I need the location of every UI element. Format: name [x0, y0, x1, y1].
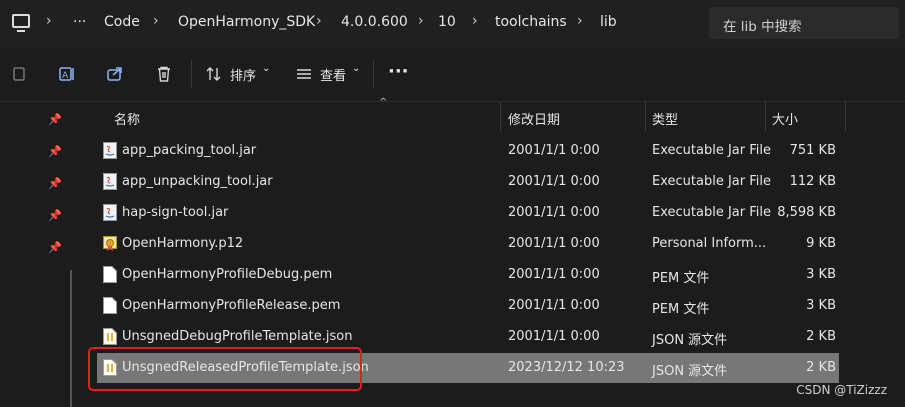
svg-text:A: A — [62, 71, 69, 81]
file-icon — [103, 266, 117, 283]
file-row[interactable]: app_packing_tool.jar 2001/1/1 0:00 Executa… — [97, 136, 839, 166]
file-name[interactable]: OpenHarmonyProfileRelease.pem — [122, 298, 340, 313]
chevron-right-icon[interactable]: › — [153, 13, 159, 29]
file-name[interactable]: hap-sign-tool.jar — [122, 205, 228, 220]
file-row[interactable]: UnsgnedDebugProfileTemplate.json 2001/1/1… — [97, 322, 839, 352]
file-date: 2001/1/1 0:00 — [508, 329, 600, 344]
file-type: PEM 文件 — [652, 271, 710, 286]
pin-icon[interactable]: 📌 — [48, 145, 62, 158]
file-date: 2001/1/1 0:00 — [508, 205, 600, 220]
file-row[interactable]: OpenHarmony.p12 2001/1/1 0:00 Personal Inf… — [97, 229, 839, 259]
watermark: CSDN @TiZizzz — [796, 383, 887, 397]
address-bar: › ··· Code › OpenHarmony_SDK › 4.0.0.600… — [0, 0, 905, 48]
toolbar-divider — [373, 60, 374, 88]
column-header-row: ^ 名称 修改日期 类型 大小 — [82, 97, 905, 131]
jar-icon — [103, 173, 117, 190]
chevron-right-icon[interactable]: › — [46, 13, 52, 29]
breadcrumb-10[interactable]: 10 — [438, 14, 456, 30]
chevron-right-icon[interactable]: › — [472, 13, 478, 29]
column-type[interactable]: 类型 — [652, 109, 678, 128]
file-name[interactable]: UnsgnedReleasedProfileTemplate.json — [122, 360, 369, 375]
column-divider[interactable] — [645, 101, 646, 131]
column-name[interactable]: 名称 — [114, 109, 140, 128]
file-size: 9 KB — [806, 236, 836, 251]
file-type: JSON 源文件 — [652, 333, 728, 348]
toolbar-divider — [191, 60, 192, 88]
column-divider[interactable] — [500, 101, 501, 131]
file-type: Personal Inform... — [652, 236, 767, 251]
sort-icon[interactable] — [205, 65, 223, 83]
chevron-down-icon[interactable]: ⌄ — [352, 63, 360, 74]
file-date: 2001/1/1 0:00 — [508, 236, 600, 251]
share-icon[interactable] — [106, 65, 124, 83]
file-name[interactable]: app_packing_tool.jar — [122, 143, 256, 158]
column-divider[interactable] — [765, 101, 766, 131]
delete-icon[interactable] — [155, 65, 173, 83]
this-pc-icon[interactable] — [12, 14, 30, 32]
sort-ascending-icon: ^ — [379, 97, 388, 108]
chevron-right-icon[interactable]: › — [316, 13, 322, 29]
breadcrumb-version[interactable]: 4.0.0.600 — [341, 14, 408, 30]
file-date: 2001/1/1 0:00 — [508, 267, 600, 282]
file-size: 2 KB — [806, 329, 836, 344]
breadcrumb-code[interactable]: Code — [104, 14, 140, 30]
command-bar: A 排序 ⌄ 查看 ⌄ ··· — [0, 48, 905, 102]
search-input[interactable]: 在 lib 中搜索 — [709, 7, 899, 39]
file-type: Executable Jar File — [652, 143, 771, 158]
file-icon — [103, 297, 117, 314]
file-type: JSON 源文件 — [652, 364, 728, 379]
breadcrumb-overflow[interactable]: ··· — [73, 14, 86, 30]
file-date: 2001/1/1 0:00 — [508, 298, 600, 313]
file-size: 2 KB — [806, 360, 836, 375]
file-size: 8,598 KB — [777, 205, 836, 220]
copy-icon[interactable] — [10, 65, 28, 83]
chevron-right-icon[interactable]: › — [418, 13, 424, 29]
file-row[interactable]: OpenHarmonyProfileDebug.pem 2001/1/1 0:00… — [97, 260, 839, 290]
certificate-icon — [103, 235, 117, 252]
file-name[interactable]: OpenHarmonyProfileDebug.pem — [122, 267, 332, 282]
file-type: PEM 文件 — [652, 302, 710, 317]
more-options-icon[interactable]: ··· — [388, 61, 409, 82]
view-icon[interactable] — [295, 65, 313, 83]
file-date: 2023/12/12 10:23 — [508, 360, 625, 375]
file-name[interactable]: app_unpacking_tool.jar — [122, 174, 273, 189]
column-date[interactable]: 修改日期 — [508, 109, 560, 128]
breadcrumb-openharmony-sdk[interactable]: OpenHarmony_SDK — [178, 14, 315, 30]
json-file-icon — [103, 359, 117, 376]
jar-icon — [103, 142, 117, 159]
file-row[interactable]: UnsgnedReleasedProfileTemplate.json 2023/… — [97, 353, 839, 383]
file-name[interactable]: UnsgnedDebugProfileTemplate.json — [122, 329, 352, 344]
file-row[interactable]: app_unpacking_tool.jar 2001/1/1 0:00 Execu… — [97, 167, 839, 197]
file-row[interactable]: hap-sign-tool.jar 2001/1/1 0:00 Executable… — [97, 198, 839, 228]
pin-icon[interactable]: 📌 — [48, 113, 62, 126]
file-row[interactable]: OpenHarmonyProfileRelease.pem 2001/1/1 0:… — [97, 291, 839, 321]
file-size: 112 KB — [789, 174, 836, 189]
pin-icon[interactable]: 📌 — [48, 241, 62, 254]
file-type: Executable Jar File — [652, 205, 771, 220]
file-type: Executable Jar File — [652, 174, 771, 189]
jar-icon — [103, 204, 117, 221]
json-file-icon — [103, 328, 117, 345]
rename-icon[interactable]: A — [58, 65, 76, 83]
sort-button[interactable]: 排序 — [230, 65, 256, 84]
chevron-down-icon[interactable]: ⌄ — [262, 63, 270, 74]
file-name[interactable]: OpenHarmony.p12 — [122, 236, 243, 251]
chevron-right-icon[interactable]: › — [577, 13, 583, 29]
breadcrumb-toolchains[interactable]: toolchains — [495, 14, 567, 30]
breadcrumb-lib[interactable]: lib — [600, 14, 617, 30]
view-button[interactable]: 查看 — [320, 65, 346, 84]
column-size[interactable]: 大小 — [772, 109, 798, 128]
file-size: 3 KB — [806, 267, 836, 282]
column-divider[interactable] — [845, 101, 846, 131]
file-size: 751 KB — [789, 143, 836, 158]
nav-scrollbar[interactable] — [70, 270, 72, 407]
pin-icon[interactable]: 📌 — [48, 209, 62, 222]
file-size: 3 KB — [806, 298, 836, 313]
pin-icon[interactable]: 📌 — [48, 177, 62, 190]
file-date: 2001/1/1 0:00 — [508, 143, 600, 158]
file-date: 2001/1/1 0:00 — [508, 174, 600, 189]
